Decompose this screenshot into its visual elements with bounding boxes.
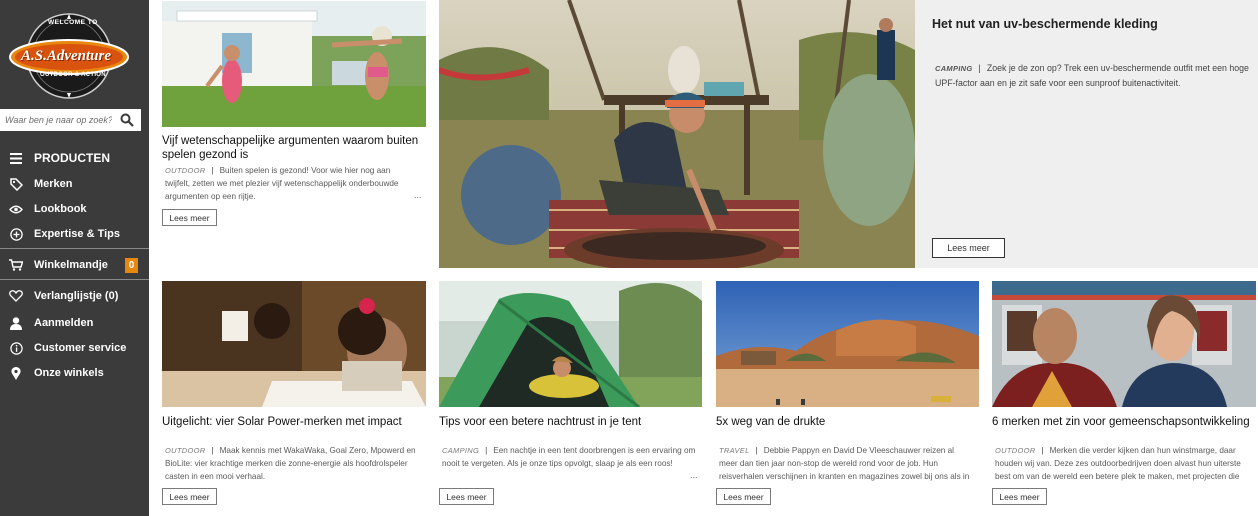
menu-icon [9, 151, 23, 165]
article-image-tent[interactable] [439, 281, 702, 407]
article-meta: CAMPING | Een nachtje in een tent doorbren… [442, 446, 696, 468]
article-category: TRAVEL [719, 446, 750, 455]
user-icon [9, 316, 23, 330]
featured-panel: Het nut van uv-beschermende kleding CAMP… [915, 0, 1258, 268]
nav-wishlist[interactable]: Verlanglijstje (0) [0, 284, 149, 308]
article-category: OUTDOOR [165, 166, 206, 175]
article-category: OUTDOOR [165, 446, 206, 455]
nav-expertise-label: Expertise & Tips [34, 228, 120, 240]
article-title[interactable]: 5x weg van de drukte [716, 415, 979, 429]
sidebar: WELCOME TO A.S.Adventure OUTDOOR & ACTIO… [0, 0, 149, 516]
brand-logo[interactable]: WELCOME TO A.S.Adventure OUTDOOR & ACTIO… [8, 12, 130, 100]
nav-products[interactable]: PRODUCTEN [0, 146, 149, 170]
nav-divider [0, 279, 149, 280]
article-meta: OUTDOOR | Maak kennis met WakaWaka, Goal Z… [165, 446, 416, 481]
brand-tagline: OUTDOOR & ACTION [40, 72, 106, 78]
info-icon [9, 341, 23, 355]
featured-category: CAMPING [935, 64, 973, 73]
eye-icon [9, 202, 23, 216]
article-title[interactable]: Vijf wetenschappelijke argumenten waarom… [162, 134, 426, 162]
read-more-button[interactable]: Lees meer [162, 209, 217, 226]
nav-cart[interactable]: Winkelmandje 0 [0, 253, 149, 277]
brand-top-text: WELCOME TO [48, 19, 98, 26]
nav-login-label: Aanmelden [34, 317, 94, 329]
article-image-monk-and-woman[interactable] [992, 281, 1256, 407]
plus-circle-icon [9, 227, 23, 241]
tag-icon [9, 177, 23, 191]
article-meta: OUTDOOR | Buiten spelen is gezond! Voor wi… [165, 166, 399, 201]
article-title[interactable]: 6 merken met zin voor gemeenschapsontwik… [992, 415, 1256, 429]
article-excerpt: Een nachtje in een tent doorbrengen is e… [442, 446, 696, 468]
article-title[interactable]: Uitgelicht: vier Solar Power-merken met … [162, 415, 426, 429]
search-box [0, 109, 141, 131]
location-pin-icon [9, 366, 23, 380]
read-more-button[interactable]: Lees meer [716, 488, 771, 505]
search-icon[interactable] [120, 113, 134, 127]
read-more-button[interactable]: Lees meer [439, 488, 494, 505]
article-ellipsis: ... [690, 470, 698, 480]
nav-wishlist-label: Verlanglijstje (0) [34, 290, 119, 302]
nav-lookbook-label: Lookbook [34, 203, 87, 215]
article-meta: OUTDOOR | Merken die verder kijken dan hun… [995, 444, 1247, 483]
featured-title[interactable]: Het nut van uv-beschermende kleding [932, 17, 1242, 31]
article-title[interactable]: Tips voor een betere nachtrust in je ten… [439, 415, 702, 429]
nav-brands-label: Merken [34, 178, 73, 190]
article-category: CAMPING [442, 446, 480, 455]
featured-excerpt: Zoek je de zon op? Trek een uv-bescherme… [935, 63, 1249, 88]
nav-stores-label: Onze winkels [34, 367, 104, 379]
article-image-solar-lamp[interactable] [162, 281, 426, 407]
nav-expertise[interactable]: Expertise & Tips [0, 222, 149, 246]
article-meta: TRAVEL | Debbie Pappyn en David De Vleesch… [719, 444, 971, 483]
search-input[interactable] [0, 109, 112, 131]
featured-read-more-button[interactable]: Lees meer [932, 238, 1005, 258]
nav-brands[interactable]: Merken [0, 172, 149, 196]
cart-icon [9, 258, 23, 272]
nav-lookbook[interactable]: Lookbook [0, 197, 149, 221]
heart-icon [9, 289, 23, 303]
article-category: OUTDOOR [995, 446, 1036, 455]
article-image-kids-playing[interactable] [162, 1, 426, 127]
nav-service-label: Customer service [34, 342, 127, 354]
nav-cart-label: Winkelmandje [34, 259, 108, 271]
cart-count-badge: 0 [125, 257, 138, 273]
nav-divider [0, 248, 149, 249]
nav-products-label: PRODUCTEN [34, 151, 111, 165]
read-more-button[interactable]: Lees meer [992, 488, 1047, 505]
article-ellipsis: ... [414, 190, 422, 200]
nav-login[interactable]: Aanmelden [0, 311, 149, 335]
read-more-button[interactable]: Lees meer [162, 488, 217, 505]
brand-name: A.S.Adventure [21, 48, 112, 64]
featured-meta: CAMPING | Zoek je de zon op? Trek een uv-b… [935, 63, 1249, 88]
nav-stores[interactable]: Onze winkels [0, 361, 149, 385]
article-image-savanna[interactable] [716, 281, 979, 407]
featured-image-campfire[interactable] [439, 0, 915, 268]
nav-service[interactable]: Customer service [0, 336, 149, 360]
